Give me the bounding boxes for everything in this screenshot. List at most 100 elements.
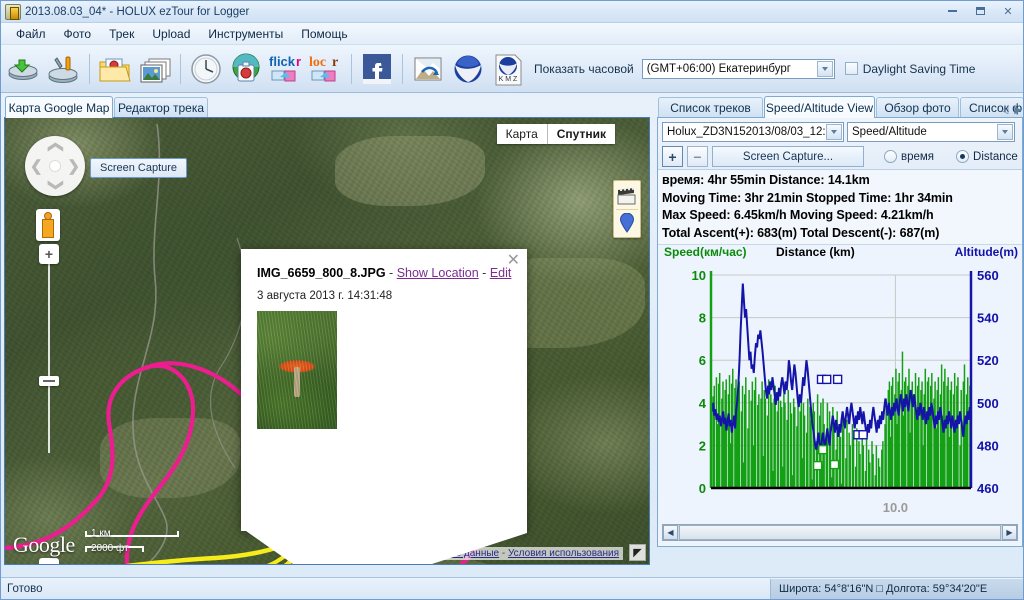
info-window-title: IMG_6659_800_8.JPG - Show Location - Edi… xyxy=(257,266,511,280)
mushroom-photo-thumbnail[interactable] xyxy=(257,311,337,429)
film-strip-icon[interactable] xyxy=(616,183,638,209)
map-type-switcher: Карта Спутник xyxy=(496,124,615,144)
clock-time-sync-icon[interactable] xyxy=(188,51,224,87)
close-button[interactable]: ✕ xyxy=(995,3,1021,19)
svg-text:6: 6 xyxy=(699,353,706,368)
map-canvas[interactable]: ❮ ❯ ❮ ❯ + − Screen Capture Карта Спутник xyxy=(5,118,649,564)
menu-item-track[interactable]: Трек xyxy=(100,25,143,43)
timezone-select[interactable]: (GMT+06:00) Екатеринбург xyxy=(641,58,835,79)
menu-item-upload[interactable]: Upload xyxy=(143,25,199,43)
status-bar: Готово Широта: 54°8'16"N □ Долгота: 59°3… xyxy=(1,577,1023,599)
export-photo-map-icon[interactable] xyxy=(410,51,446,87)
chevron-down-icon[interactable] xyxy=(816,60,833,77)
x-axis-distance-radio[interactable]: Distance xyxy=(956,150,1018,163)
radio-indicator-time[interactable] xyxy=(884,150,897,163)
map-pin-icon[interactable] xyxy=(616,209,638,235)
minimize-button[interactable] xyxy=(939,3,965,19)
open-folder-photo-icon[interactable] xyxy=(97,51,133,87)
chart-area[interactable]: Speed(км/час) Distance (km) Altitude(m) … xyxy=(658,245,1022,545)
google-earth-icon[interactable] xyxy=(450,51,486,87)
window-buttons: ✕ xyxy=(939,3,1021,19)
scroll-right-button[interactable]: ▶ xyxy=(1002,525,1017,540)
tab-scroll-next-icon[interactable]: ▶ xyxy=(1014,105,1022,116)
pan-left-icon[interactable]: ❮ xyxy=(30,157,43,175)
map-screen-capture-button[interactable]: Screen Capture xyxy=(90,158,188,178)
map-fullscreen-button[interactable]: ◤ xyxy=(629,544,646,561)
device-settings-icon[interactable] xyxy=(46,51,82,87)
scroll-thumb[interactable] xyxy=(679,525,1001,540)
facebook-upload-icon[interactable] xyxy=(359,51,395,87)
menu-item-help[interactable]: Помощь xyxy=(292,25,356,43)
chart-screen-capture-button[interactable]: Screen Capture... xyxy=(712,146,864,167)
dst-checkbox[interactable] xyxy=(844,62,858,75)
zoom-out-button[interactable]: − xyxy=(39,558,59,564)
svg-text:500: 500 xyxy=(977,396,999,411)
track-select[interactable]: Holux_ZD3N152013/08/03_12:23 xyxy=(662,122,844,142)
stat-line-time-distance: время: 4hr 55min Distance: 14.1km xyxy=(662,173,870,187)
scroll-left-button[interactable]: ◀ xyxy=(663,525,678,540)
photo-info-window[interactable]: ✕ IMG_6659_800_8.JPG - Show Location - E… xyxy=(241,249,527,564)
photo-stack-icon[interactable] xyxy=(137,51,173,87)
google-logo: Google xyxy=(13,532,75,557)
tab-track-editor[interactable]: Редактор трека xyxy=(114,97,208,118)
photo-filename: IMG_6659_800_8.JPG xyxy=(257,266,386,280)
svg-text:520: 520 xyxy=(977,353,999,368)
timezone-label: Показать часовой xyxy=(534,61,634,76)
chart-zoom-out-button[interactable]: − xyxy=(687,146,708,167)
pan-right-icon[interactable]: ❯ xyxy=(67,157,80,175)
maximize-button[interactable] xyxy=(967,3,993,19)
locr-upload-icon[interactable]: loc r xyxy=(308,51,344,87)
title-bar: 2013.08.03_04* - HOLUX ezTour for Logger… xyxy=(1,1,1023,23)
zoom-in-button[interactable]: + xyxy=(39,244,59,264)
map-pan-control[interactable]: ❮ ❯ ❮ ❯ xyxy=(25,136,85,196)
svg-text:8: 8 xyxy=(699,311,706,326)
menu-item-photo[interactable]: Фото xyxy=(55,25,101,43)
toolbar-separator xyxy=(89,53,90,84)
menu-item-tools[interactable]: Инструменты xyxy=(199,25,292,43)
chevron-down-icon[interactable] xyxy=(826,124,842,140)
tab-track-list[interactable]: Список треков xyxy=(658,97,763,118)
download-from-device-icon[interactable] xyxy=(6,51,42,87)
menu-item-file[interactable]: Файл xyxy=(7,25,55,43)
svg-text:K M Z: K M Z xyxy=(499,76,518,83)
globe-photo-icon[interactable] xyxy=(228,51,264,87)
svg-text:10: 10 xyxy=(692,268,706,283)
chart-zoom-in-button[interactable]: + xyxy=(662,146,683,167)
photo-marker-2[interactable] xyxy=(349,543,373,562)
map-type-sputnik[interactable]: Спутник xyxy=(547,124,615,144)
pan-down-icon[interactable]: ❯ xyxy=(47,179,65,192)
svg-text:r: r xyxy=(332,55,338,70)
show-location-link[interactable]: Show Location xyxy=(397,266,479,280)
zoom-slider-handle[interactable] xyxy=(39,376,59,386)
coordinates-display: Широта: 54°8'16"N □ Долгота: 59°34'20"E xyxy=(770,579,1023,599)
x-axis-time-radio[interactable]: время xyxy=(884,150,934,163)
map-type-karta[interactable]: Карта xyxy=(496,124,548,144)
scale-imperial-label: 2000 фт xyxy=(91,543,129,554)
map-panel[interactable]: ❮ ❯ ❮ ❯ + − Screen Capture Карта Спутник xyxy=(4,117,650,565)
edit-link[interactable]: Edit xyxy=(490,266,512,280)
attribution-separator: - xyxy=(499,548,508,559)
title-separator-2: - xyxy=(478,266,490,280)
street-view-pegman-icon[interactable] xyxy=(36,209,60,241)
tab-google-map[interactable]: Карта Google Map xyxy=(5,96,113,118)
attribution-data-link[interactable]: Картографические данные xyxy=(375,548,500,559)
left-tab-strip: Карта Google Map Редактор трека xyxy=(1,96,653,118)
scale-metric-label: 1 км xyxy=(91,528,111,539)
zoom-slider-track[interactable] xyxy=(48,248,50,453)
map-side-buttons xyxy=(613,180,641,238)
tab-speed-altitude-view[interactable]: Speed/Altitude View xyxy=(764,96,875,118)
pan-up-icon[interactable]: ❮ xyxy=(47,141,65,154)
svg-text:560: 560 xyxy=(977,268,999,283)
flickr-upload-icon[interactable]: flick r xyxy=(268,51,304,87)
attribution-terms-link[interactable]: Условия использования xyxy=(508,548,619,559)
toolbar-separator xyxy=(351,53,352,84)
export-kmz-icon[interactable]: K M Z xyxy=(490,51,526,87)
tab-scroll-prev-icon[interactable]: ◁ xyxy=(1001,105,1009,116)
mode-select[interactable]: Speed/Altitude xyxy=(847,122,1015,142)
chevron-down-icon[interactable] xyxy=(997,124,1013,140)
chart-horizontal-scrollbar[interactable]: ◀ ▶ xyxy=(662,524,1018,541)
speed-altitude-plot[interactable]: 10.0 0 2 4 6 8 10 460 480 500 520 540 560 xyxy=(658,263,1024,525)
radio-indicator-distance[interactable] xyxy=(956,150,970,163)
tab-photo-overview[interactable]: Обзор фото xyxy=(876,97,959,118)
stat-line-speeds: Max Speed: 6.45km/h Moving Speed: 4.21km… xyxy=(662,208,934,222)
